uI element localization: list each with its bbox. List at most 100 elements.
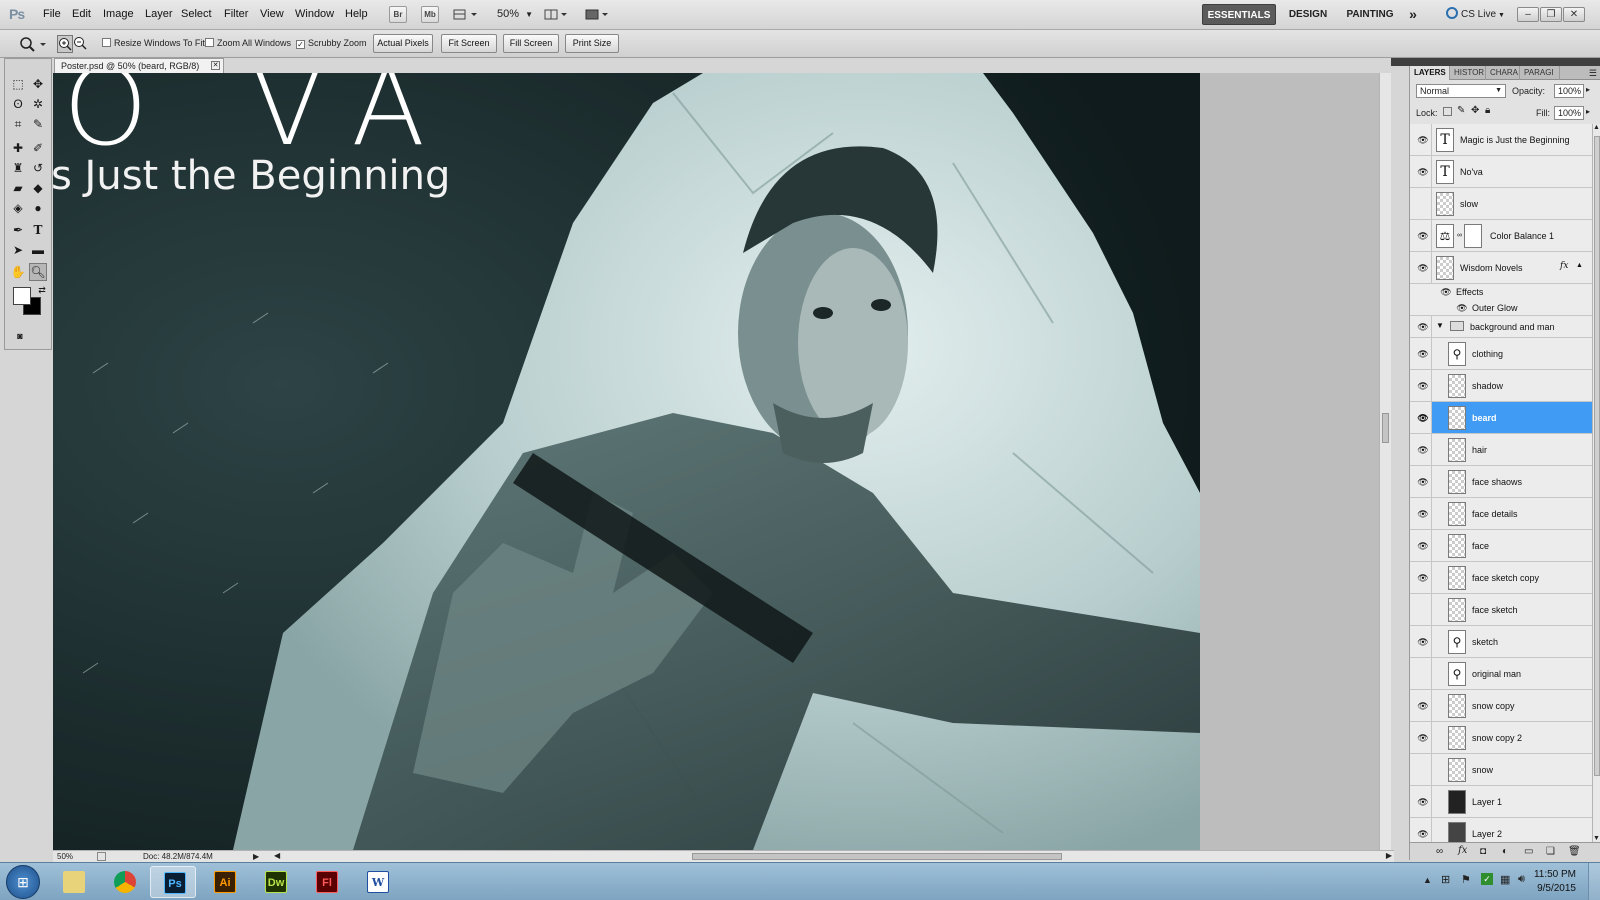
eraser-tool-icon[interactable]: ▰	[9, 179, 27, 197]
layer-row[interactable]: 👁︎ ⚖ ∞ Color Balance 1	[1410, 220, 1592, 252]
layer-row[interactable]: 👁︎ Wisdom Novels fx ▲	[1410, 252, 1592, 284]
layer-row[interactable]: 👁︎ T Magic is Just the Beginning	[1410, 124, 1592, 156]
tab-character[interactable]: CHARA	[1486, 66, 1520, 80]
visibility-toggle[interactable]: 👁︎	[1410, 252, 1432, 283]
visibility-toggle[interactable]: 👁︎	[1410, 156, 1432, 187]
type-tool-icon[interactable]: T	[29, 221, 47, 239]
taskbar-dreamweaver[interactable]: Dw	[252, 866, 298, 898]
network-icon[interactable]: ▦	[1500, 873, 1510, 886]
layer-row-selected[interactable]: 👁︎ beard	[1410, 402, 1592, 434]
scroll-up-icon[interactable]: ▲	[1593, 124, 1600, 131]
quick-mask-icon[interactable]: ◙	[11, 327, 29, 345]
scroll-thumb[interactable]	[1382, 413, 1389, 443]
layer-row[interactable]: face sketch	[1410, 594, 1592, 626]
taskbar-flash[interactable]: Fl	[303, 866, 349, 898]
menu-help[interactable]: Help	[345, 8, 368, 20]
visibility-toggle[interactable]	[1410, 300, 1432, 315]
layer-row[interactable]: 👁︎ snow copy 2	[1410, 722, 1592, 754]
lock-transparent-icon[interactable]	[1443, 107, 1452, 116]
dodge-tool-icon[interactable]: ●	[29, 199, 47, 217]
foreground-color-swatch[interactable]	[13, 287, 31, 305]
visibility-toggle[interactable]: 👁︎	[1410, 722, 1432, 753]
canvas-vertical-scrollbar[interactable]	[1379, 73, 1391, 850]
scroll-left-icon[interactable]: ◀	[274, 851, 280, 860]
mini-bridge-button[interactable]: Mb	[421, 6, 439, 23]
visibility-toggle[interactable]: 👁︎	[1410, 498, 1432, 529]
visibility-toggle[interactable]: 👁︎	[1410, 562, 1432, 593]
layers-scrollbar[interactable]: ▲ ▼	[1592, 124, 1600, 842]
menu-image[interactable]: Image	[103, 8, 134, 20]
zoom-out-mode-button[interactable]	[73, 35, 89, 53]
eyedropper-tool-icon[interactable]: ✎	[29, 115, 47, 133]
layer-row[interactable]: 👁︎ face	[1410, 530, 1592, 562]
visibility-toggle[interactable]: 👁︎	[1410, 434, 1432, 465]
path-selection-tool-icon[interactable]: ➤	[9, 241, 27, 259]
action-center-icon[interactable]: ⚑	[1461, 873, 1471, 886]
layer-row[interactable]: 👁︎ hair	[1410, 434, 1592, 466]
crop-tool-icon[interactable]: ⌗	[9, 115, 27, 133]
new-group-icon[interactable]: ▭	[1524, 846, 1533, 857]
document-tab[interactable]: Poster.psd @ 50% (beard, RGB/8) ✕	[54, 58, 224, 73]
layer-row[interactable]: 👁︎ snow copy	[1410, 690, 1592, 722]
history-brush-tool-icon[interactable]: ↺	[29, 159, 47, 177]
panel-menu-icon[interactable]: ☰	[1589, 68, 1597, 79]
tab-history[interactable]: HISTOR	[1450, 66, 1486, 80]
pen-tool-icon[interactable]: ✒	[9, 221, 27, 239]
visibility-toggle[interactable]: 👁︎	[1410, 220, 1432, 251]
lock-all-icon[interactable]: 🔒︎	[1485, 105, 1490, 116]
visibility-toggle[interactable]: 👁︎	[1410, 786, 1432, 817]
show-desktop-button[interactable]	[1588, 863, 1600, 900]
zoom-in-mode-button[interactable]	[57, 35, 73, 53]
scrubby-zoom-checkbox[interactable]: ✓ Scrubby Zoom	[296, 38, 367, 49]
zoom-all-windows-checkbox[interactable]: Zoom All Windows	[205, 38, 291, 48]
poster-artwork[interactable]: O VA s Just the Beginning	[53, 73, 1200, 850]
group-row[interactable]: 👁︎ ▼ background and man	[1410, 316, 1592, 338]
blend-mode-select[interactable]: Normal ▼	[1416, 84, 1506, 98]
visibility-toggle[interactable]: 👁︎	[1410, 530, 1432, 561]
status-menu-icon[interactable]	[97, 852, 106, 861]
layer-row[interactable]: 👁︎ face shaows	[1410, 466, 1592, 498]
menu-file[interactable]: File	[43, 8, 61, 20]
actual-pixels-button[interactable]: Actual Pixels	[373, 34, 433, 53]
zoom-tool-icon[interactable]: 🔍︎	[29, 263, 47, 281]
hand-tool-icon[interactable]: ✋	[9, 263, 27, 281]
blur-tool-icon[interactable]: ◈	[9, 199, 27, 217]
menu-select[interactable]: Select	[181, 8, 212, 20]
menu-edit[interactable]: Edit	[72, 8, 91, 20]
zoom-percentage[interactable]: 50%	[57, 851, 73, 862]
menu-layer[interactable]: Layer	[145, 8, 173, 20]
visibility-toggle[interactable]: 👁︎	[1410, 338, 1432, 369]
layer-row[interactable]: 👁︎ shadow	[1410, 370, 1592, 402]
print-size-button[interactable]: Print Size	[565, 34, 619, 53]
clone-stamp-tool-icon[interactable]: ♜	[9, 159, 27, 177]
workspace-essentials-button[interactable]: ESSENTIALS	[1202, 4, 1276, 25]
scroll-down-icon[interactable]: ▼	[1593, 835, 1600, 842]
opacity-slider-arrow-icon[interactable]: ▸	[1586, 85, 1590, 94]
workspace-design-button[interactable]: DESIGN	[1283, 4, 1333, 25]
tab-layers[interactable]: LAYERS	[1410, 66, 1450, 80]
visibility-toggle[interactable]: 👁︎	[1410, 690, 1432, 721]
layer-row[interactable]: 👁︎ Layer 1	[1410, 786, 1592, 818]
visibility-toggle[interactable]: 👁︎	[1410, 124, 1432, 155]
visibility-toggle[interactable]: 👁︎	[1410, 370, 1432, 401]
visibility-toggle[interactable]	[1410, 594, 1432, 625]
visibility-toggle[interactable]: 👁︎	[1410, 402, 1432, 433]
add-layer-style-icon[interactable]: fx	[1458, 845, 1467, 856]
cs-live-button[interactable]: CS Live ▼	[1446, 4, 1506, 25]
layer-row[interactable]: ⚲ original man	[1410, 658, 1592, 690]
brush-tool-icon[interactable]: ✐	[29, 139, 47, 157]
canvas-area[interactable]: O VA s Just the Beginning	[53, 73, 1379, 850]
status-menu-arrow-icon[interactable]: ▶	[253, 851, 259, 862]
security-check-icon[interactable]: ✓	[1481, 873, 1493, 885]
visibility-toggle[interactable]: 👁︎	[1410, 316, 1432, 337]
layer-row[interactable]: snow	[1410, 754, 1592, 786]
layer-row[interactable]: 👁︎ face sketch copy	[1410, 562, 1592, 594]
start-button[interactable]: ⊞	[6, 865, 40, 899]
workspace-painting-button[interactable]: PAINTING	[1340, 4, 1400, 25]
lasso-tool-icon[interactable]: ʘ	[9, 95, 27, 113]
view-extras-dropdown[interactable]	[452, 6, 478, 23]
layer-row[interactable]: slow	[1410, 188, 1592, 220]
opacity-input[interactable]: 100%	[1554, 84, 1584, 98]
visibility-toggle[interactable]: 👁︎	[1410, 626, 1432, 657]
fill-input[interactable]: 100%	[1554, 106, 1584, 120]
